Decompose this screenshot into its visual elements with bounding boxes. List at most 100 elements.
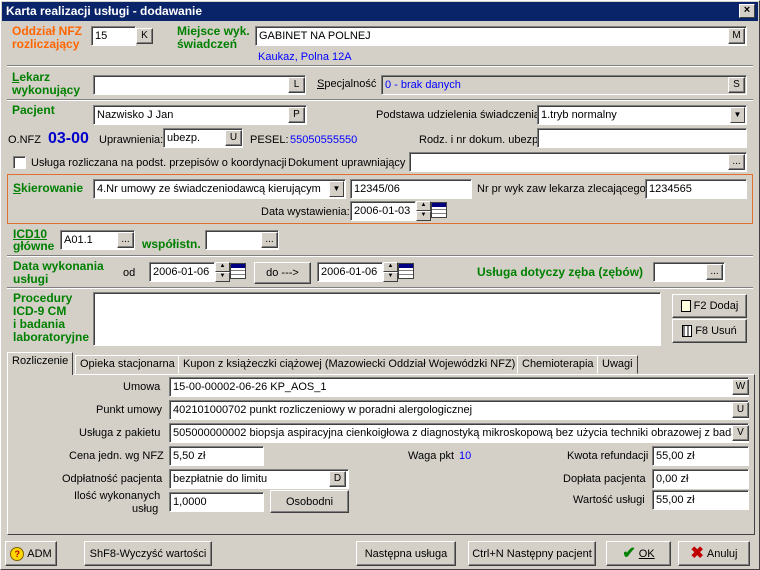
pacjent-label: Pacjent	[12, 103, 55, 117]
pesel-label: PESEL:	[250, 134, 289, 146]
kwota-label: Kwota refundacji	[567, 450, 649, 462]
podstawa-select[interactable]: 1.tryb normalny ▼	[537, 105, 747, 125]
cena-input[interactable]: 5,50 zł	[169, 446, 264, 466]
wspolistn-button[interactable]: ...	[261, 232, 278, 248]
od-date-input[interactable]: 2006-01-06	[149, 262, 215, 282]
lekarz-input[interactable]	[93, 75, 306, 95]
data-wystawienia-label: Data wystawienia:	[261, 206, 350, 218]
procedury-label-3: i badania	[13, 317, 66, 331]
skierowanie-nr-input[interactable]: 12345/06	[350, 179, 472, 199]
od-label: od	[123, 267, 136, 279]
odplatnosc-label: Odpłatność pacjenta	[62, 473, 163, 485]
window-title: Karta realizacji usługi - dodawanie	[6, 4, 203, 18]
ok-button[interactable]: ✔ OK	[606, 541, 671, 566]
dokument-button[interactable]: ...	[728, 154, 745, 170]
pakiet-label: Usługa z pakietu	[79, 427, 161, 439]
wartosc-input[interactable]: 55,00 zł	[652, 490, 749, 510]
pakiet-input[interactable]: 505000000002 biopsja aspiracyjna cienkoi…	[169, 423, 749, 443]
do-date-input[interactable]: 2006-01-06	[317, 262, 383, 282]
tab-rozliczenie[interactable]: Rozliczenie	[7, 352, 74, 375]
doplata-input[interactable]: 0,00 zł	[652, 469, 749, 489]
dokument-input[interactable]	[409, 152, 747, 172]
odplatnosc-input[interactable]: bezpłatnie do limitu	[169, 469, 349, 489]
od-date-spinner[interactable]: ▲ ▼	[215, 262, 230, 282]
pacjent-input[interactable]: Nazwisko J Jan	[93, 105, 307, 125]
lekarz-label: Lekarz	[12, 70, 51, 84]
dokument-label: Dokument uprawniający	[288, 157, 406, 169]
calendar-icon[interactable]	[398, 263, 414, 279]
help-icon: ?	[10, 546, 25, 561]
pesel-value: 55050555550	[290, 134, 358, 146]
procedury-add-label: F2 Dodaj	[693, 300, 739, 312]
doplata-label: Dopłata pacjenta	[563, 473, 646, 485]
waga-label: Waga pkt	[408, 450, 455, 462]
cancel-label: Anuluj	[706, 547, 738, 560]
kwota-input[interactable]: 55,00 zł	[652, 446, 749, 466]
punkt-input[interactable]: 402101000702 punkt rozliczeniowy w porad…	[169, 400, 749, 420]
oddzial-button[interactable]: K	[136, 28, 153, 44]
lekarz-label-2: wykonujący	[12, 83, 81, 97]
umowa-button[interactable]: W	[732, 379, 749, 395]
data-wyk-label-2: usługi	[13, 272, 49, 286]
ilosc-label: Ilość wykonanych	[74, 490, 161, 502]
oddzial-label: Oddział NFZ	[12, 24, 82, 38]
miejsce-button[interactable]: M	[728, 28, 745, 44]
odplatnosc-button[interactable]: D	[329, 471, 346, 487]
adm-button[interactable]: ? ADM	[5, 541, 57, 566]
koordynacja-checkbox[interactable]	[13, 156, 26, 169]
punkt-button[interactable]: U	[732, 402, 749, 418]
next-service-button[interactable]: Następna usługa	[356, 541, 456, 566]
zeby-button[interactable]: ...	[706, 264, 723, 280]
miejsce-input[interactable]: GABINET NA POLNEJ	[255, 26, 747, 46]
trash-icon	[682, 325, 693, 337]
zeby-label: Usługa dotyczy zęba (zębów)	[477, 265, 644, 279]
osobodni-button[interactable]: Osobodni	[270, 490, 349, 513]
oddzial-label-2: rozliczający	[12, 37, 80, 51]
pakiet-button[interactable]: V	[732, 425, 749, 441]
next-patient-button[interactable]: Ctrl+N Następny pacjent	[468, 541, 596, 566]
rodz-label: Rodz. i nr dokum. ubezp.	[419, 134, 542, 146]
procedury-delete-button[interactable]: F8 Usuń	[672, 319, 747, 343]
rodz-input[interactable]	[537, 128, 747, 148]
podstawa-value: 1.tryb normalny	[541, 109, 617, 121]
skierowanie-value: 4.Nr umowy ze świadczeniodawcą kierujący…	[97, 183, 321, 195]
nr-prw-input[interactable]: 1234565	[645, 179, 747, 199]
add-document-icon	[680, 300, 691, 312]
tab-opieka-stacjonarna[interactable]: Opieka stacjonarna	[75, 355, 180, 374]
nr-prw-label: Nr pr wyk zaw lekarza zlecającego	[477, 183, 646, 195]
procedury-add-button[interactable]: F2 Dodaj	[672, 294, 747, 318]
specjalnosc-button[interactable]: S	[728, 77, 745, 93]
uprawnienia-button[interactable]: U	[225, 130, 242, 146]
separator	[7, 287, 753, 289]
do-button[interactable]: do --->	[254, 262, 311, 284]
wspolistn-label: współistn.	[142, 237, 201, 251]
do-date-spinner[interactable]: ▲ ▼	[383, 262, 398, 282]
oddzial-input[interactable]: 15	[91, 26, 136, 46]
ok-label: OK	[638, 547, 655, 560]
data-wystawienia-spinner[interactable]: ▲ ▼	[416, 201, 431, 221]
clear-values-button[interactable]: ShF8-Wyczyść wartości	[84, 541, 212, 566]
tab-uwagi[interactable]: Uwagi	[597, 355, 638, 374]
data-wystawienia-input[interactable]: 2006-01-03	[350, 201, 416, 221]
uprawnienia-label: Uprawnienia:	[99, 134, 164, 146]
specjalnosc-label: Specjalność	[317, 78, 377, 90]
waga-value: 10	[459, 450, 472, 462]
wartosc-label: Wartość usługi	[573, 494, 645, 506]
skierowanie-select[interactable]: 4.Nr umowy ze świadczeniodawcą kierujący…	[93, 179, 346, 199]
tab-chemioterapia[interactable]: Chemioterapia	[517, 355, 599, 374]
icd10-button[interactable]: ...	[117, 232, 134, 248]
punkt-label: Punkt umowy	[96, 404, 163, 416]
ilosc-input[interactable]: 1,0000	[169, 492, 264, 512]
tab-kupon[interactable]: Kupon z książeczki ciążowej (Mazowiecki …	[178, 355, 521, 374]
pacjent-button[interactable]: P	[288, 107, 305, 123]
lekarz-button[interactable]: L	[288, 77, 305, 93]
calendar-icon[interactable]	[431, 202, 447, 218]
dropdown-arrow-icon[interactable]: ▼	[329, 181, 344, 197]
separator	[7, 255, 753, 257]
dropdown-arrow-icon[interactable]: ▼	[730, 107, 745, 123]
cancel-button[interactable]: ✖ Anuluj	[678, 541, 750, 566]
umowa-input[interactable]: 15-00-00002-06-26 KP_AOS_1	[169, 377, 749, 397]
close-button[interactable]: ×	[739, 4, 755, 18]
calendar-icon[interactable]	[230, 263, 246, 279]
procedury-list[interactable]	[93, 292, 661, 346]
